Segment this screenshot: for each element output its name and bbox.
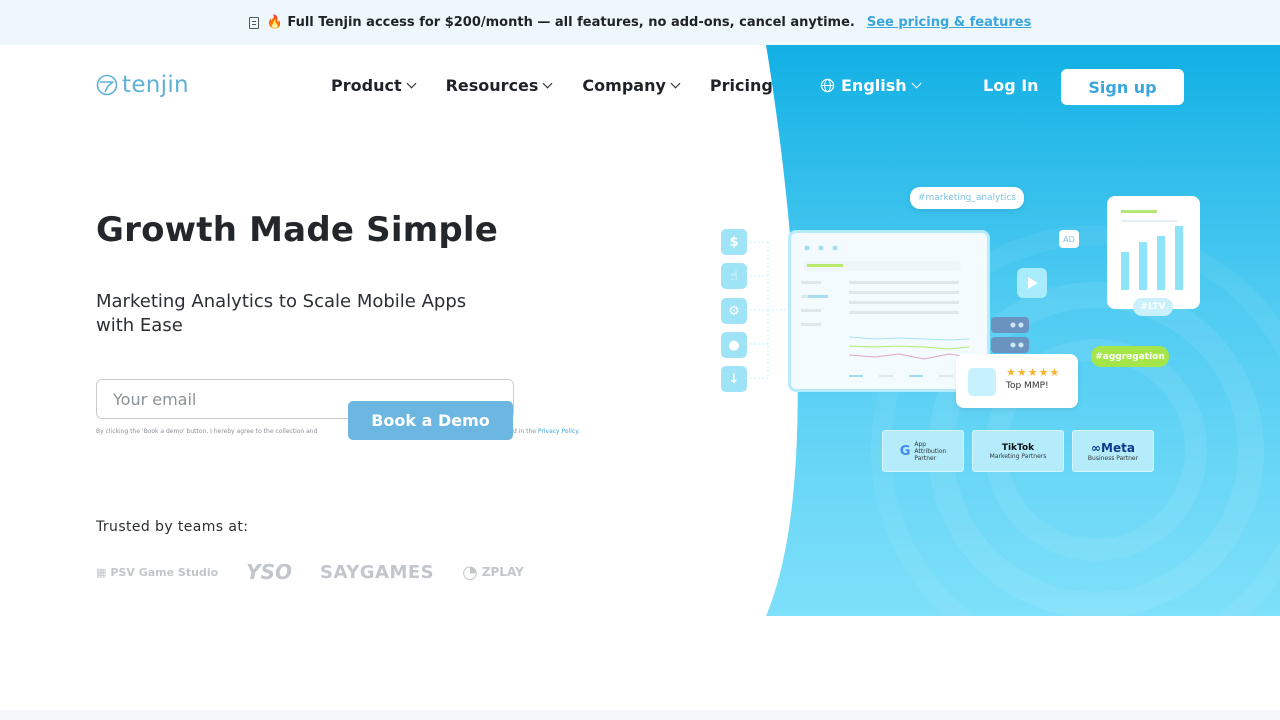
download-icon: ↓ xyxy=(721,366,747,392)
tiktok-partner-badge: TikTok Marketing Partners xyxy=(972,430,1064,472)
language-label: English xyxy=(841,76,907,95)
partner-name: YSO xyxy=(246,560,293,584)
announcement-text: 🔥 Full Tenjin access for $200/month — al… xyxy=(266,15,855,30)
badge-line: Partner xyxy=(914,454,937,462)
review-card: ★★★★★ Top MMP! xyxy=(956,354,1078,408)
privacy-policy-link[interactable]: Privacy Policy xyxy=(538,428,578,435)
partner-logos: ▦ PSV Game Studio YSO SAYGAMES ◔ ZPLAY xyxy=(96,560,552,584)
ad-badge: AD xyxy=(1059,230,1079,248)
ltv-chart-card xyxy=(1107,196,1200,309)
play-icon xyxy=(1017,268,1047,298)
announcement-bar: 🔥 Full Tenjin access for $200/month — al… xyxy=(0,0,1280,45)
logo-text: tenjin xyxy=(122,72,189,98)
badge-line: Business Partner xyxy=(1087,454,1139,462)
next-section-edge xyxy=(0,710,1280,720)
trusted-label: Trusted by teams at: xyxy=(96,519,249,535)
yso-logo: YSO xyxy=(246,560,292,584)
rating-stars: ★★★★★ xyxy=(1006,366,1061,379)
network-icon: ⚙ xyxy=(721,298,747,324)
tiktok-logo: TikTok xyxy=(1001,442,1035,453)
login-link[interactable]: Log In xyxy=(983,76,1039,95)
database-icon xyxy=(991,317,1029,353)
tag-aggregation: #aggregation xyxy=(1091,346,1169,367)
meta-logo: ∞Meta xyxy=(1091,440,1135,455)
see-pricing-link[interactable]: See pricing & features xyxy=(867,15,1032,30)
zplay-logo: ◔ ZPLAY xyxy=(462,562,524,583)
psv-logo: ▦ PSV Game Studio xyxy=(96,566,218,579)
tag-ltv: #LTV xyxy=(1133,298,1173,316)
hero-subtitle: Marketing Analytics to Scale Mobile Apps… xyxy=(96,291,467,336)
partner-name: ZPLAY xyxy=(481,565,524,579)
badge-line: Attribution xyxy=(914,447,947,455)
google-logo-icon: G xyxy=(899,443,911,459)
document-icon xyxy=(248,16,259,29)
badge-line: Marketing Partners xyxy=(989,452,1047,460)
nav-label: Product xyxy=(331,76,402,95)
nav-resources[interactable]: Resources xyxy=(445,76,553,95)
tap-icon: ☝ xyxy=(721,263,747,289)
avatar xyxy=(968,368,996,396)
ltv-bars xyxy=(1121,210,1183,290)
consent-before: By clicking the 'Book a demo' button, I … xyxy=(96,428,318,435)
partner-name: PSV Game Studio xyxy=(110,565,219,579)
nav-pricing[interactable]: Pricing xyxy=(710,76,773,95)
tenjin-logo-icon xyxy=(96,74,118,96)
partner-name: SAYGAMES xyxy=(320,561,435,583)
nav-product[interactable]: Product xyxy=(331,76,417,95)
hero-title: Growth Made Simple xyxy=(96,210,498,250)
nav-label: Company xyxy=(582,76,666,95)
consent-text: By clicking the 'Book a demo' button, I … xyxy=(96,428,580,435)
tenjin-logo[interactable]: tenjin xyxy=(96,72,189,98)
nav-label: Pricing xyxy=(709,76,773,95)
badge-line: App xyxy=(914,440,927,448)
google-partner-badge: G App Attribution Partner xyxy=(882,430,964,472)
zplay-icon: ◔ xyxy=(462,561,478,583)
language-selector[interactable]: English xyxy=(820,76,922,95)
dollar-icon: $ xyxy=(721,229,747,255)
signup-button[interactable]: Sign up xyxy=(1061,69,1184,105)
tag-marketing-analytics: #marketing_analytics xyxy=(910,187,1024,209)
main-nav: Product Resources Company Pricing xyxy=(331,76,804,95)
chevron-down-icon xyxy=(542,78,553,89)
meta-partner-badge: ∞Meta Business Partner xyxy=(1072,430,1154,472)
book-demo-button[interactable]: Book a Demo xyxy=(348,401,513,440)
nav-label: Resources xyxy=(445,76,539,95)
psv-icon: ▦ xyxy=(96,565,107,579)
nav-company[interactable]: Company xyxy=(582,76,681,95)
review-text: Top MMP! xyxy=(1006,381,1049,391)
connector-lines xyxy=(746,241,790,379)
saygames-logo: SAYGAMES xyxy=(320,562,434,583)
chevron-down-icon xyxy=(670,78,681,89)
chevron-down-icon xyxy=(406,78,417,89)
consent-after: d in the xyxy=(513,428,536,435)
apple-icon: ● xyxy=(721,332,747,358)
globe-icon xyxy=(820,78,835,93)
chevron-down-icon xyxy=(911,78,922,89)
